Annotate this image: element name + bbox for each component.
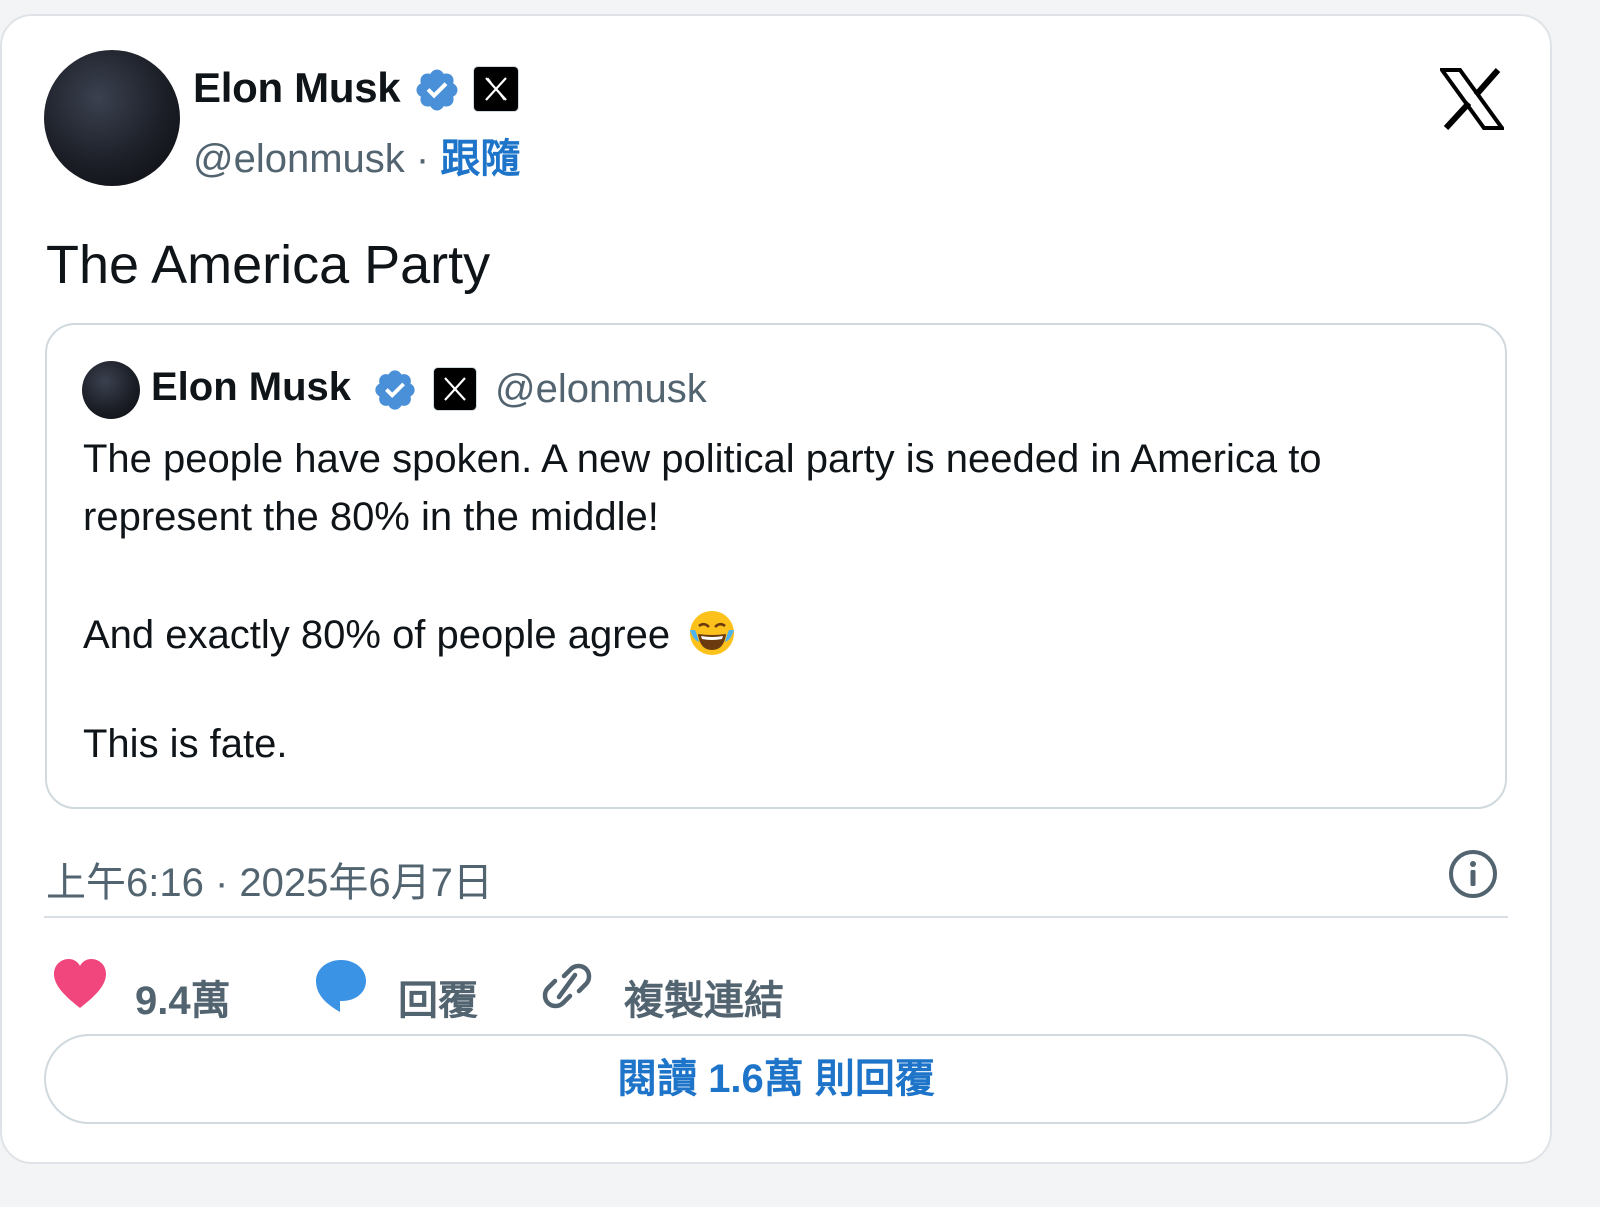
separator-dot: ·	[415, 137, 430, 181]
tweet-card: Elon Musk @elonmusk · 跟隨 The America Par…	[0, 14, 1552, 1164]
quoted-author-avatar	[82, 361, 140, 419]
link-icon[interactable]	[540, 956, 594, 1016]
author-handle[interactable]: @elonmusk	[193, 137, 405, 181]
follow-button[interactable]: 跟隨	[440, 137, 520, 181]
quoted-text-line: represent the 80% in the middle!	[83, 495, 659, 539]
quoted-text-line: And exactly 80% of people agree	[83, 613, 671, 657]
tweet-timestamp[interactable]: 上午6:16 · 2025年6月7日	[46, 850, 493, 908]
copy-link-button[interactable]: 複製連結	[624, 968, 784, 1026]
author-name[interactable]: Elon Musk	[193, 64, 401, 112]
divider	[44, 916, 1508, 918]
author-avatar[interactable]	[44, 50, 180, 186]
read-replies-button[interactable]: 閱讀 1.6萬 則回覆	[44, 1034, 1508, 1124]
quoted-text-line: This is fate.	[83, 722, 288, 766]
quoted-author-handle: @elonmusk	[495, 367, 707, 411]
quoted-text-line: The people have spoken. A new political …	[83, 437, 1322, 481]
x-logo-icon[interactable]	[1440, 68, 1504, 130]
verified-badge-icon	[375, 370, 415, 410]
verified-badge-icon	[416, 69, 458, 111]
reply-button[interactable]: 回覆	[398, 968, 478, 1026]
reply-bubble-icon[interactable]	[314, 956, 368, 1016]
heart-icon[interactable]	[52, 956, 108, 1016]
x-affiliation-badge-icon	[434, 368, 476, 410]
like-count[interactable]: 9.4萬	[135, 968, 231, 1026]
quoted-tweet[interactable]: Elon Musk @elonmusk The people have spok…	[45, 323, 1507, 809]
info-icon[interactable]	[1447, 848, 1499, 900]
x-affiliation-badge-icon	[474, 67, 518, 111]
author-handle-row: @elonmusk · 跟隨	[193, 126, 520, 184]
tweet-text: The America Party	[46, 235, 491, 295]
quoted-author-name: Elon Musk	[151, 365, 352, 409]
quoted-text-line-with-emoji: And exactly 80% of people agree	[83, 608, 737, 658]
face-with-tears-of-joy-icon	[690, 611, 735, 655]
